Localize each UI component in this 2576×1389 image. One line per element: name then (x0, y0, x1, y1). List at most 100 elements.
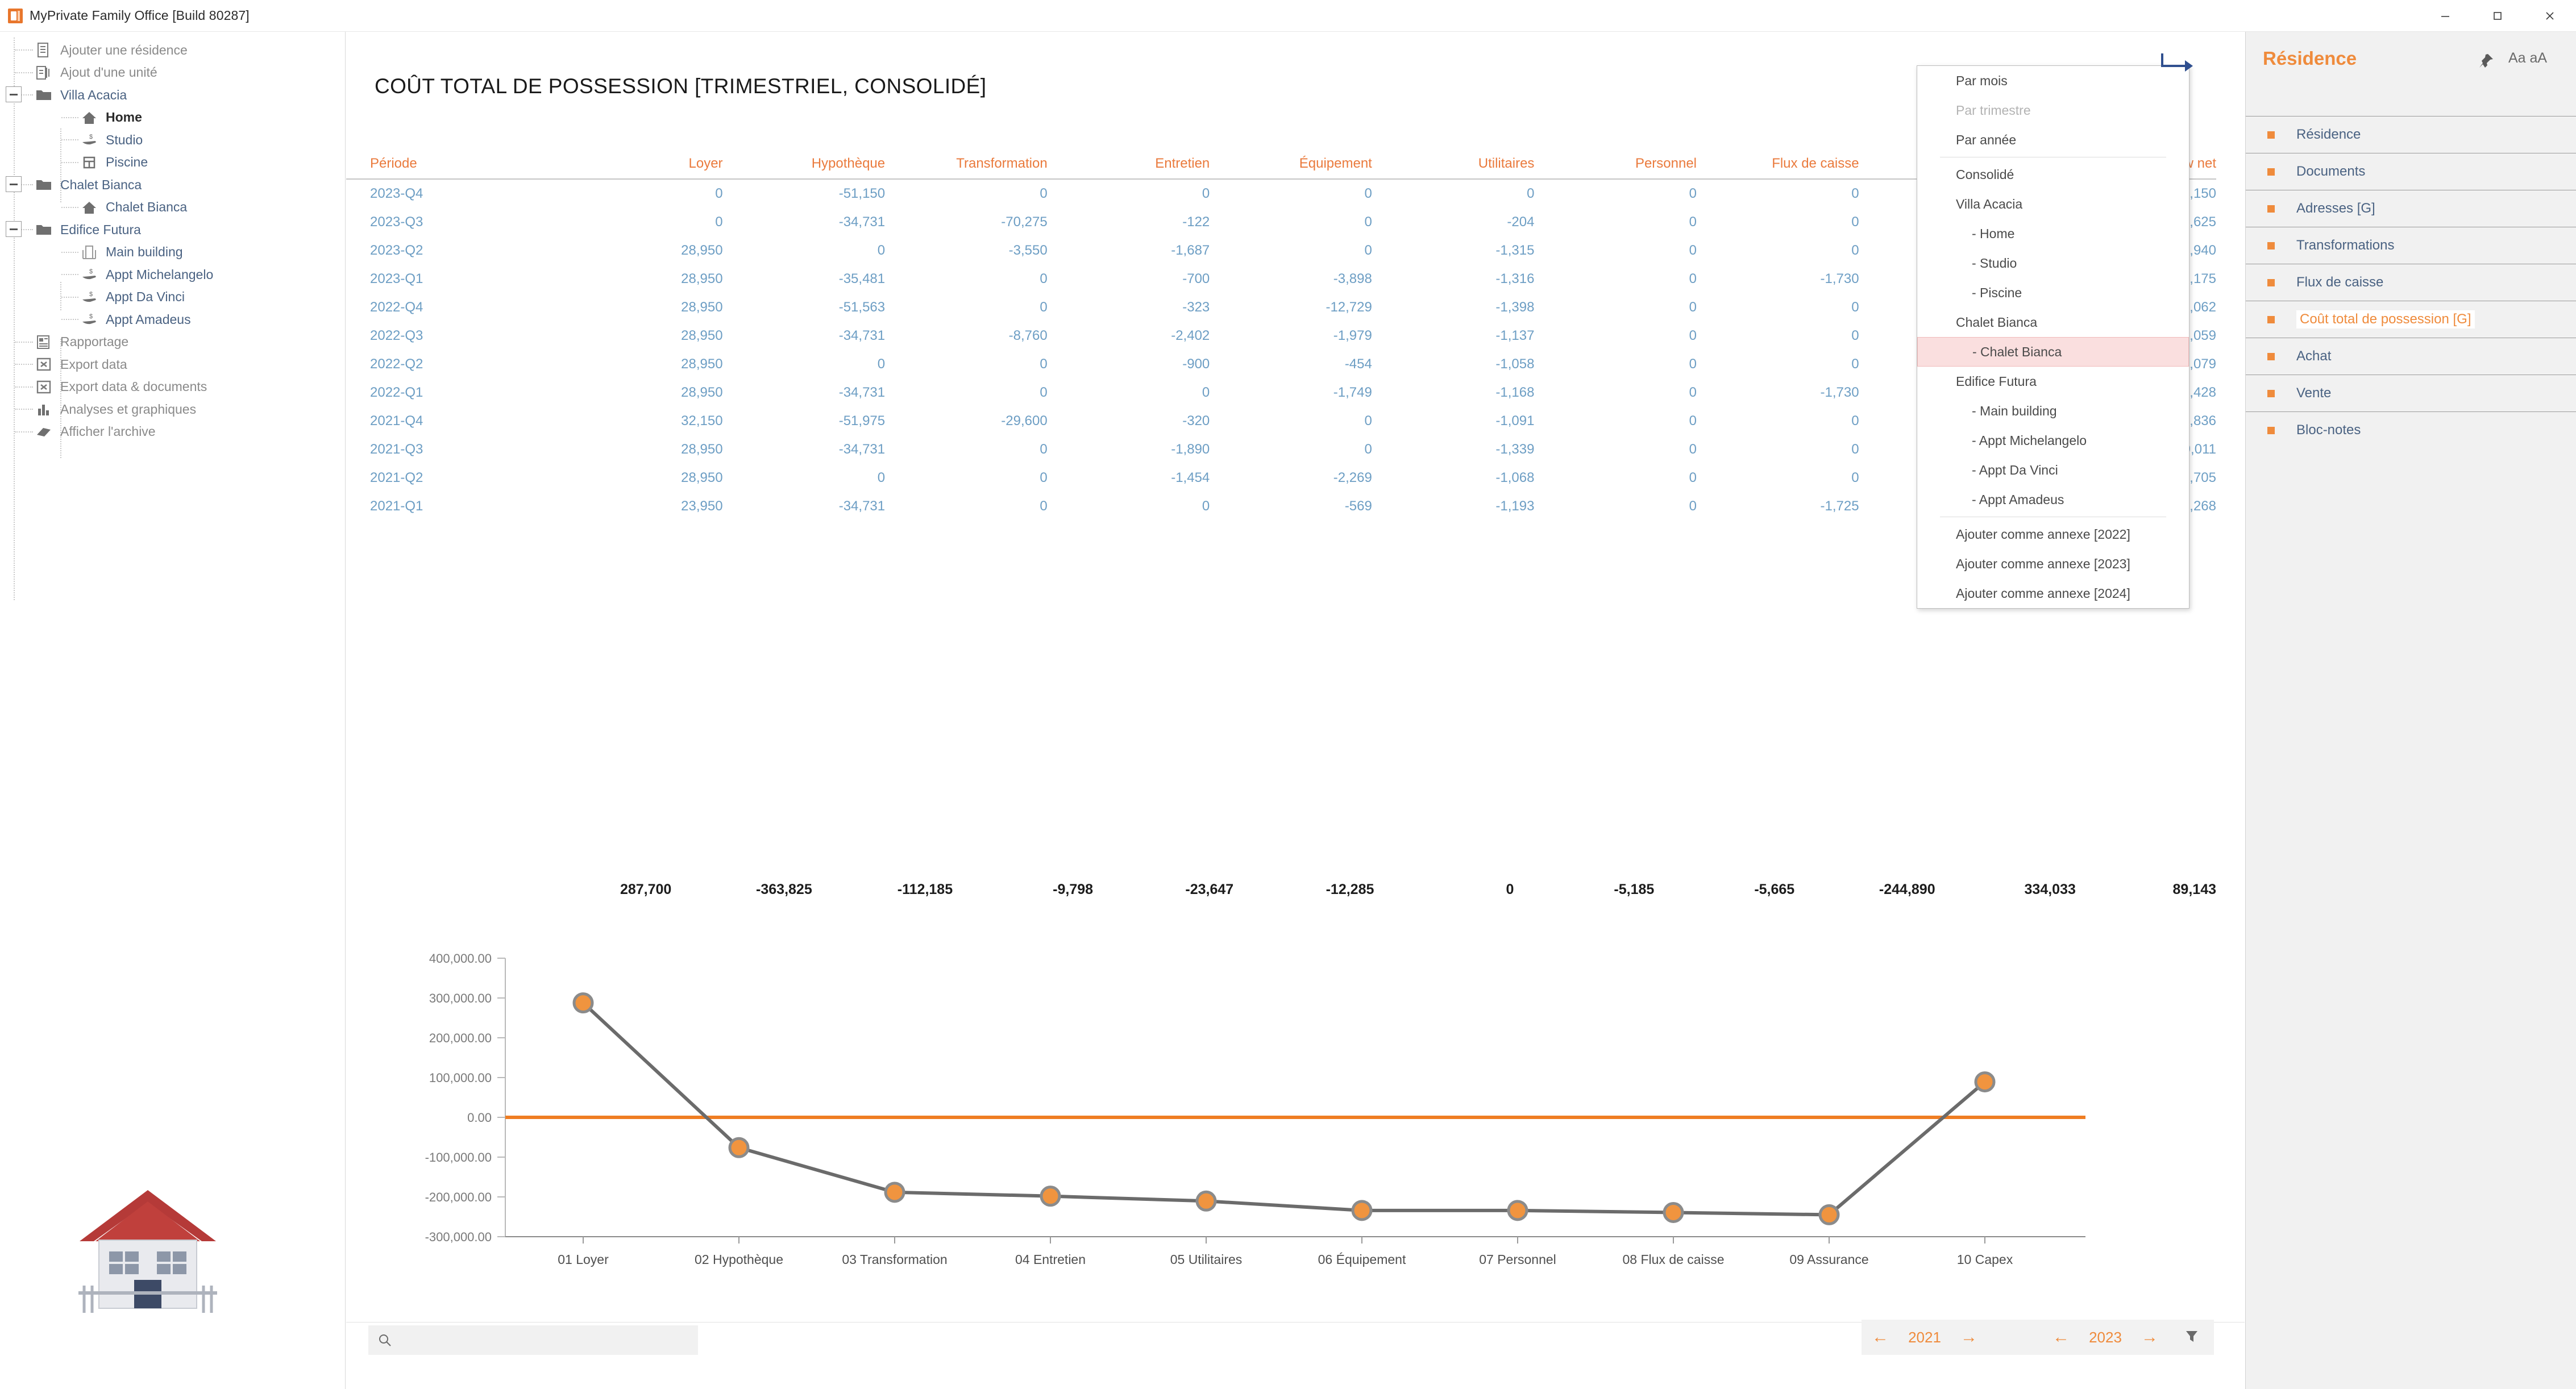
table-cell-value: 0 (1697, 236, 1859, 265)
menu-item-chalet-bianca[interactable]: Chalet Bianca (1917, 307, 2189, 337)
tree-item-label: Chalet Bianca (106, 199, 187, 215)
table-column-header[interactable]: Équipement (1210, 156, 1372, 179)
menu-item-appt-michelangelo[interactable]: - Appt Michelangelo (1917, 426, 2189, 455)
year-to-next-button[interactable]: → (2131, 1328, 2168, 1347)
x-tick-label: 04 Entretien (1015, 1252, 1086, 1267)
table-column-header[interactable]: Flux de caisse (1697, 156, 1859, 179)
right-panel-item-achat[interactable]: Achat (2246, 338, 2576, 375)
data-point-marker[interactable] (1509, 1201, 1527, 1220)
data-point-marker[interactable] (574, 994, 592, 1012)
data-point-marker[interactable] (1353, 1201, 1371, 1220)
menu-item-chalet-bianca[interactable]: - Chalet Bianca (1917, 337, 2189, 367)
tree-item-afficher-l-archive[interactable]: Afficher l'archive (34, 421, 156, 443)
table-cell-value: 0 (1697, 322, 1859, 350)
table-cell-value: -51,975 (723, 407, 886, 435)
table-column-header[interactable]: Personnel (1534, 156, 1697, 179)
menu-item-appt-da-vinci[interactable]: - Appt Da Vinci (1917, 455, 2189, 485)
year-to-value[interactable]: 2023 (2080, 1329, 2131, 1346)
search-input[interactable] (392, 1333, 676, 1347)
tree-item-rapportage[interactable]: Rapportage (34, 331, 128, 354)
tree-item-appt-michelangelo[interactable]: $Appt Michelangelo (80, 263, 213, 286)
tree-item-ajouter-une-r-sidence[interactable]: Ajouter une résidence (34, 39, 188, 61)
tree-item-studio[interactable]: $Studio (80, 128, 143, 151)
documents-add-icon (34, 64, 53, 81)
menu-item-par-mois[interactable]: Par mois (1917, 66, 2189, 95)
tree-item-villa-acacia[interactable]: Villa Acacia (34, 84, 127, 106)
right-panel-items: RésidenceDocumentsAdresses [G]Transforma… (2246, 116, 2576, 448)
data-point-marker[interactable] (1820, 1205, 1838, 1224)
menu-item-ajouter-comme-annexe-2022[interactable]: Ajouter comme annexe [2022] (1917, 519, 2189, 549)
table-column-header[interactable]: Transformation (885, 156, 1048, 179)
table-cell-period: 2023-Q2 (346, 236, 560, 265)
menu-item-edifice-futura[interactable]: Edifice Futura (1917, 367, 2189, 396)
menu-item-par-ann-e[interactable]: Par année (1917, 125, 2189, 155)
table-cell-value: 0 (885, 492, 1048, 521)
menu-item-ajouter-comme-annexe-2023[interactable]: Ajouter comme annexe [2023] (1917, 549, 2189, 579)
menu-item-ajouter-comme-annexe-2024[interactable]: Ajouter comme annexe [2024] (1917, 579, 2189, 608)
table-column-header[interactable]: Entretien (1048, 156, 1210, 179)
tree-item-main-building[interactable]: Main building (80, 241, 183, 264)
menu-item-piscine[interactable]: - Piscine (1917, 278, 2189, 307)
y-tick-label: 100,000.00 (429, 1071, 492, 1085)
tree-item-label: Villa Acacia (60, 88, 127, 103)
tree-item-appt-amadeus[interactable]: $Appt Amadeus (80, 308, 191, 331)
year-to-prev-button[interactable]: ← (2042, 1328, 2080, 1347)
table-column-header[interactable]: Période (346, 156, 560, 179)
close-icon[interactable] (2524, 0, 2576, 31)
tree-item-export-data[interactable]: Export data (34, 353, 127, 376)
data-point-marker[interactable] (1664, 1203, 1682, 1221)
menu-item-studio[interactable]: - Studio (1917, 248, 2189, 278)
tree-item-appt-da-vinci[interactable]: $Appt Da Vinci (80, 286, 185, 309)
tree-item-chalet-bianca[interactable]: Chalet Bianca (80, 196, 187, 219)
data-point-marker[interactable] (1197, 1192, 1215, 1210)
menu-item-villa-acacia[interactable]: Villa Acacia (1917, 189, 2189, 219)
x-tick-label: 10 Capex (1957, 1252, 2013, 1267)
menu-item-main-building[interactable]: - Main building (1917, 396, 2189, 426)
pin-icon[interactable] (2478, 52, 2495, 72)
search-box[interactable] (368, 1325, 698, 1355)
maximize-icon[interactable] (2471, 0, 2524, 31)
right-panel-item-r-sidence[interactable]: Résidence (2246, 116, 2576, 153)
right-panel-item-transformations[interactable]: Transformations (2246, 227, 2576, 264)
tree-collapse-toggle[interactable] (6, 176, 22, 192)
tree-item-piscine[interactable]: Piscine (80, 151, 148, 174)
tree-item-analyses-et-graphiques[interactable]: Analyses et graphiques (34, 398, 196, 421)
bullet-icon (2267, 205, 2275, 213)
table-cell-value: -323 (1048, 293, 1210, 322)
totals-row: 287,700-363,825-112,185-9,798-23,647-12,… (346, 881, 2216, 898)
data-point-marker[interactable] (730, 1138, 748, 1157)
tree-collapse-toggle[interactable] (6, 221, 22, 237)
data-point-marker[interactable] (1976, 1073, 1994, 1091)
year-from-value[interactable]: 2021 (1899, 1329, 1950, 1346)
year-from-prev-button[interactable]: ← (1862, 1328, 1899, 1347)
menu-item-home[interactable]: - Home (1917, 219, 2189, 248)
tree-item-chalet-bianca[interactable]: Chalet Bianca (34, 173, 142, 196)
menu-item-consolid[interactable]: Consolidé (1917, 160, 2189, 189)
tree-collapse-toggle[interactable] (6, 86, 22, 102)
right-panel-item-bloc-notes[interactable]: Bloc-notes (2246, 411, 2576, 448)
data-point-marker[interactable] (1041, 1187, 1060, 1205)
tree-item-export-data-documents[interactable]: Export data & documents (34, 376, 207, 398)
data-point-marker[interactable] (886, 1183, 904, 1201)
font-size-button[interactable]: Aa aA (2508, 50, 2547, 66)
right-panel-item-documents[interactable]: Documents (2246, 153, 2576, 190)
tree-item-ajout-d-une-unit[interactable]: Ajout d'une unité (34, 61, 157, 84)
tree-item-edifice-futura[interactable]: Edifice Futura (34, 218, 141, 241)
filter-icon[interactable] (2183, 1328, 2200, 1348)
table-cell-value: 0 (1534, 236, 1697, 265)
right-panel-item-flux-de-caisse[interactable]: Flux de caisse (2246, 264, 2576, 301)
table-column-header[interactable]: Loyer (560, 156, 723, 179)
year-from-next-button[interactable]: → (1950, 1328, 1988, 1347)
tree-item-home[interactable]: Home (80, 106, 142, 129)
minimize-icon[interactable] (2419, 0, 2471, 31)
right-panel-item-adresses-g[interactable]: Adresses [G] (2246, 190, 2576, 227)
menu-item-appt-amadeus[interactable]: - Appt Amadeus (1917, 485, 2189, 514)
tree-connector (61, 297, 78, 298)
home-icon (80, 199, 99, 216)
table-cell-value: 0 (560, 208, 723, 236)
table-column-header[interactable]: Utilitaires (1372, 156, 1535, 179)
table-cell-period: 2021-Q2 (346, 464, 560, 492)
right-panel-item-co-t-total-de-possession-g[interactable]: Coût total de possession [G] (2246, 301, 2576, 338)
right-panel-item-vente[interactable]: Vente (2246, 375, 2576, 411)
table-column-header[interactable]: Hypothèque (723, 156, 886, 179)
